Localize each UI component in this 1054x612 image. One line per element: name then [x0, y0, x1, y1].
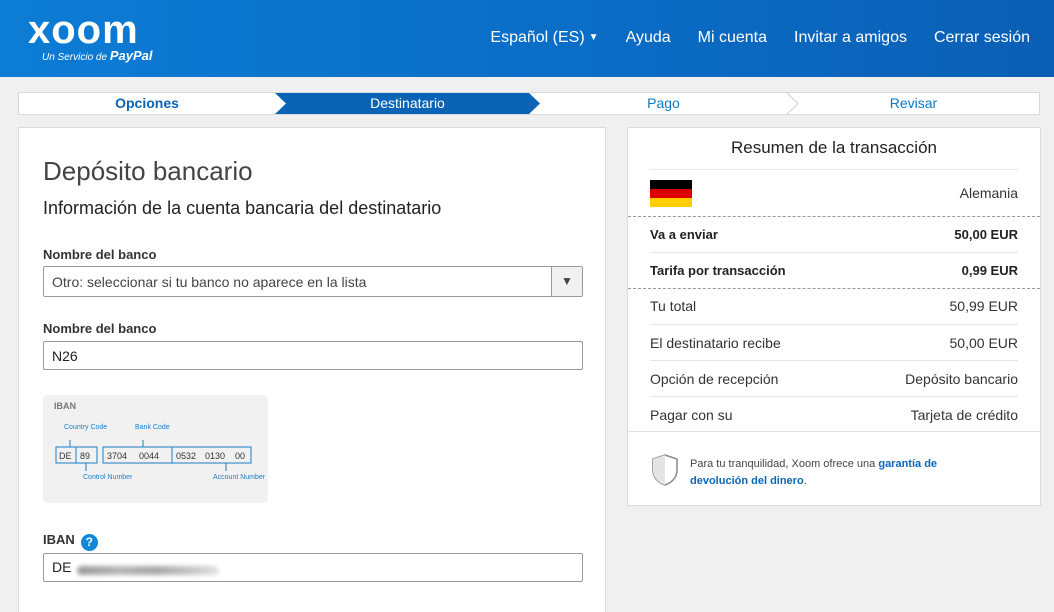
bank-select[interactable]: Otro: seleccionar si tu banco no aparece…: [43, 266, 583, 297]
control-number-label: Control Number: [83, 474, 133, 481]
iban-diagram: IBAN Country Code Bank Code DE 89 3704 0…: [54, 401, 266, 481]
logo-tagline: Un Servicio de PayPal: [42, 48, 153, 63]
iban-label-row: IBAN?: [43, 532, 98, 551]
germany-flag-icon: [650, 180, 692, 207]
header: xoom Un Servicio de PayPal Español (ES) ▼…: [0, 0, 1054, 77]
iban-input[interactable]: DE: [43, 553, 583, 582]
account-number-label: Account Number: [213, 474, 266, 481]
summary-row-recipient-gets: El destinatario recibe 50,00 EUR: [650, 324, 1018, 360]
summary-row-total: Tu total 50,99 EUR: [650, 298, 1018, 314]
nav-account-link[interactable]: Mi cuenta: [698, 28, 767, 48]
iban-label: IBAN: [43, 532, 75, 547]
iban-seg-country: DE: [59, 451, 72, 461]
summary-row-delivery-option: Opción de recepción Depósito bancario: [650, 360, 1018, 396]
help-icon[interactable]: ?: [80, 534, 98, 551]
iban-seg-acct-3: 00: [235, 451, 245, 461]
iban-input-value: DE: [52, 559, 72, 575]
bank-code-label: Bank Code: [135, 424, 170, 431]
nav-help-link[interactable]: Ayuda: [626, 28, 671, 48]
summary-row-fee: Tarifa por transacción 0,99 EUR: [650, 252, 1018, 288]
progress-steps: Opciones Destinatario Pago Revisar: [18, 92, 1040, 115]
bank-name-input[interactable]: [43, 341, 583, 370]
summary-row-pay-with: Pagar con su Tarjeta de crédito: [650, 396, 1018, 432]
nav-logout-link[interactable]: Cerrar sesión: [934, 28, 1030, 48]
logo-text: xoom: [28, 8, 139, 52]
language-selector[interactable]: Español (ES) ▼: [490, 28, 598, 48]
destination-country: Alemania: [959, 185, 1018, 201]
guarantee-text: Para tu tranquilidad, Xoom ofrece una ga…: [690, 458, 938, 487]
top-nav: Español (ES) ▼ Ayuda Mi cuenta Invitar a …: [490, 28, 1030, 48]
step-opciones[interactable]: Opciones: [19, 93, 275, 114]
iban-example-title: IBAN: [54, 401, 76, 411]
bank-deposit-form: Depósito bancario Información de la cuen…: [18, 127, 606, 612]
dropdown-arrow-icon[interactable]: ▼: [551, 267, 582, 296]
money-back-guarantee: Para tu tranquilidad, Xoom ofrece una ga…: [628, 431, 1040, 487]
iban-seg-acct-1: 0532: [176, 451, 196, 461]
iban-example-image: IBAN Country Code Bank Code DE 89 3704 0…: [43, 395, 268, 503]
divider: [650, 169, 1018, 170]
bank-name-label: Nombre del banco: [43, 321, 157, 336]
iban-seg-control: 89: [80, 451, 90, 461]
redacted-iban-digits: [77, 566, 219, 575]
shield-icon: [652, 454, 678, 486]
page-title: Depósito bancario: [43, 156, 253, 186]
summary-title: Resumen de la transacción: [730, 138, 937, 157]
section-subtitle: Información de la cuenta bancaria del de…: [43, 198, 442, 218]
country-code-label: Country Code: [64, 424, 107, 431]
caret-down-icon: ▼: [588, 32, 599, 43]
iban-seg-bank-1: 3704: [107, 451, 127, 461]
xoom-logo[interactable]: xoom Un Servicio de PayPal: [28, 10, 152, 64]
step-destinatario: Destinatario: [370, 95, 445, 111]
iban-seg-acct-2: 0130: [205, 451, 225, 461]
summary-row-send-amount: Va a enviar 50,00 EUR: [650, 227, 1018, 242]
nav-invite-link[interactable]: Invitar a amigos: [794, 28, 907, 48]
step-pago: Pago: [647, 95, 680, 111]
bank-select-label: Nombre del banco: [43, 247, 157, 262]
step-revisar: Revisar: [889, 95, 938, 111]
bank-select-value: Otro: seleccionar si tu banco no aparece…: [52, 274, 367, 290]
transaction-summary: Resumen de la transacción Alemania Va a …: [627, 127, 1041, 506]
iban-seg-bank-2: 0044: [139, 451, 159, 461]
